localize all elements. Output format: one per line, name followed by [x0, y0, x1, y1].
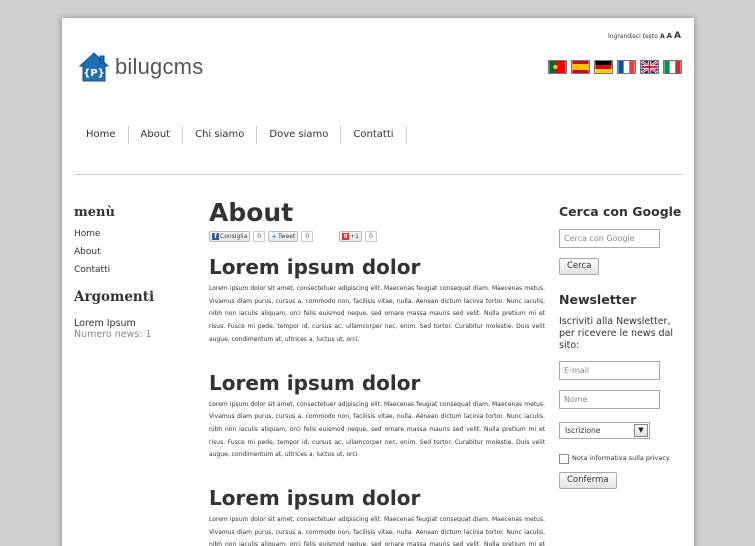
- newsletter-description: Iscriviti alla Newsletter, per ricevere …: [559, 316, 674, 351]
- article-title[interactable]: Lorem ipsum dolor: [209, 255, 545, 280]
- nav-item-contatti[interactable]: Contatti: [341, 126, 407, 144]
- name-field[interactable]: Nome: [559, 390, 660, 409]
- text-size-control: Ingrandisci testo A A A: [608, 31, 681, 41]
- main-content: About f Consiglia 0 ✦ Tweet 0 g +1 0 Lor…: [209, 198, 545, 546]
- menu-title: menù: [74, 205, 115, 220]
- article-title[interactable]: Lorem ipsum dolor: [209, 371, 545, 396]
- site-logo[interactable]: {P} bilugcms: [79, 52, 203, 82]
- sidebar-item-about[interactable]: About: [74, 247, 194, 257]
- newsletter-title: Newsletter: [559, 292, 637, 307]
- logo-text: bilugcms: [115, 54, 204, 79]
- sidebar-item-contatti[interactable]: Contatti: [74, 265, 194, 275]
- page-title: About: [209, 198, 294, 227]
- subscription-select[interactable]: Iscrizione ▼: [559, 422, 650, 439]
- language-flags: [548, 60, 682, 74]
- article: Lorem ipsum dolor Lorem ipsum dolor sit …: [209, 371, 545, 463]
- topics-title: Argomenti: [74, 289, 155, 305]
- flag-portugal-icon[interactable]: [548, 60, 567, 74]
- twitter-icon: ✦: [271, 232, 277, 241]
- flag-france-icon[interactable]: [617, 60, 636, 74]
- text-size-small[interactable]: A: [660, 33, 665, 40]
- privacy-checkbox[interactable]: [559, 454, 569, 464]
- subscription-select-value: Iscrizione: [565, 426, 601, 435]
- tweet-count: 0: [301, 231, 314, 242]
- tweet-button[interactable]: ✦ Tweet: [268, 231, 299, 242]
- google-plus-label: +1: [350, 232, 359, 240]
- facebook-like-label: Consiglia: [220, 232, 248, 240]
- flag-uk-icon[interactable]: [640, 60, 659, 74]
- search-input[interactable]: Cerca con Google: [559, 229, 660, 248]
- facebook-like-button[interactable]: f Consiglia: [209, 231, 251, 242]
- article: Lorem ipsum dolor Lorem ipsum dolor sit …: [209, 486, 545, 546]
- facebook-icon: f: [212, 233, 219, 240]
- text-size-large[interactable]: A: [674, 31, 681, 41]
- page-container: Ingrandisci testo A A A {P} bilugcms Hom…: [62, 18, 694, 546]
- search-button[interactable]: Cerca: [559, 258, 600, 275]
- email-field[interactable]: E-mail: [559, 361, 660, 380]
- text-size-medium[interactable]: A: [667, 32, 672, 40]
- google-plus-button[interactable]: g +1: [339, 231, 362, 242]
- article-body: Lorem ipsum dolor sit amet, consectetuer…: [209, 516, 545, 546]
- right-sidebar: Cerca con Google Cerca con Google Cerca …: [559, 204, 685, 489]
- privacy-label: Nota informativa sulla privacy: [572, 454, 670, 462]
- main-nav: Home About Chi siamo Dove siamo Contatti: [74, 126, 407, 144]
- nav-item-home[interactable]: Home: [74, 126, 129, 144]
- nav-item-dove-siamo[interactable]: Dove siamo: [257, 126, 342, 144]
- article-title[interactable]: Lorem ipsum dolor: [209, 486, 545, 511]
- confirm-button[interactable]: Conferma: [559, 472, 617, 489]
- nav-item-chi-siamo[interactable]: Chi siamo: [183, 126, 258, 144]
- google-plus-icon: g: [342, 233, 350, 240]
- social-buttons: f Consiglia 0 ✦ Tweet 0 g +1 0: [209, 230, 545, 243]
- article-body: Lorem ipsum dolor sit amet, consectetuer…: [209, 285, 545, 343]
- nav-item-about[interactable]: About: [129, 126, 184, 144]
- chevron-down-icon[interactable]: ▼: [634, 424, 648, 437]
- flag-germany-icon[interactable]: [594, 60, 613, 74]
- flag-spain-icon[interactable]: [571, 60, 590, 74]
- tweet-label: Tweet: [277, 232, 296, 240]
- facebook-like-count: 0: [253, 231, 266, 242]
- topic-link[interactable]: Lorem Ipsum: [74, 318, 194, 329]
- topic-count: Numero news: 1: [74, 329, 152, 340]
- text-size-label: Ingrandisci testo: [607, 33, 658, 40]
- search-title: Cerca con Google: [559, 204, 682, 219]
- article-body: Lorem ipsum dolor sit amet, consectetuer…: [209, 400, 545, 459]
- svg-text:{P}: {P}: [83, 68, 105, 79]
- sidebar-item-home[interactable]: Home: [74, 229, 194, 239]
- privacy-row: Nota informativa sulla privacy: [559, 451, 685, 464]
- google-plus-count: 0: [365, 231, 377, 242]
- flag-italy-icon[interactable]: [663, 60, 682, 74]
- house-logo-icon: {P}: [79, 52, 109, 82]
- header-divider: [74, 174, 682, 175]
- article: Lorem ipsum dolor Lorem ipsum dolor sit …: [209, 255, 545, 347]
- left-sidebar: menù Home About Contatti Argomenti Lorem…: [74, 205, 194, 340]
